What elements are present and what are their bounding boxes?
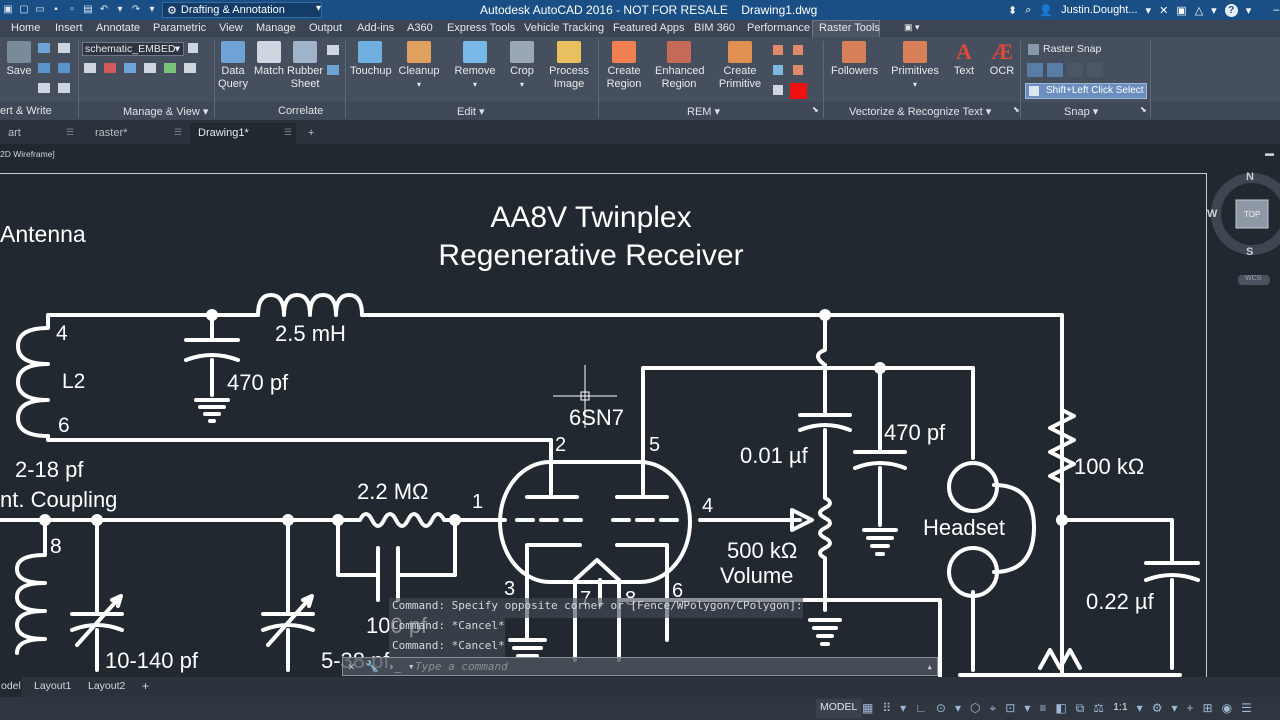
- compass-west[interactable]: W: [1207, 208, 1217, 220]
- label-volume: Volume: [720, 563, 793, 588]
- plate-to-volume-wire: [698, 508, 814, 532]
- inductor-2-5mh: [256, 293, 364, 317]
- isodraft-icon[interactable]: ⬡: [970, 701, 980, 716]
- label-tube-pin-4: 4: [702, 495, 713, 517]
- quick-properties-icon[interactable]: ◉: [1222, 701, 1232, 716]
- workspace-gear-icon[interactable]: ⚙: [1152, 701, 1163, 716]
- command-close-icon[interactable]: ✕: [348, 658, 355, 675]
- viewcube[interactable]: N S W TOP WCS: [1207, 168, 1280, 288]
- grid-icon[interactable]: ▦: [862, 701, 873, 716]
- bottom-rail-wire: [958, 648, 1182, 677]
- label-2-18pf: 2-18 pf: [15, 457, 84, 482]
- label-470pf-a: 470 pf: [227, 370, 289, 395]
- status-bar: MODEL ▦ ⠿ ▾ ∟ ⊙ ▾ ⬡ ⌖ ⊡ ▾ ≡ ◧ ⧉ ⚖ 1:1 ▾ …: [0, 697, 1280, 720]
- annotation-scale-icon[interactable]: ⚖: [1093, 701, 1104, 716]
- label-tube-pin-2: 2: [555, 434, 566, 456]
- selection-cycling-icon[interactable]: ⧉: [1076, 701, 1085, 716]
- junction-dot: [819, 309, 831, 321]
- status-toggles: ▦ ⠿ ▾ ∟ ⊙ ▾ ⬡ ⌖ ⊡ ▾ ≡ ◧ ⧉ ⚖ 1:1 ▾ ⚙ ▾ + …: [862, 701, 1252, 716]
- tab-layout1[interactable]: Layout1: [34, 680, 71, 692]
- object-snap-tracking-icon[interactable]: ⌖: [990, 701, 997, 716]
- junction-dot: [282, 514, 294, 526]
- polar-dropdown-icon[interactable]: ▾: [955, 701, 961, 716]
- compass-north[interactable]: N: [1246, 171, 1254, 183]
- grid-wire-2-2m: [0, 512, 507, 528]
- command-history-line: Command: *Cancel*: [389, 618, 505, 638]
- headset-earpiece-1: [947, 461, 999, 513]
- add-layout-button[interactable]: +: [142, 679, 149, 693]
- junction-dot: [332, 514, 344, 526]
- command-history-line: Command: *Cancel*: [389, 638, 505, 658]
- command-history: Command: Specify opposite corner or [Fen…: [389, 598, 859, 658]
- customize-status-icon[interactable]: ☰: [1241, 701, 1252, 716]
- capacitor-470pf-b: [853, 366, 907, 556]
- command-history-line: Command: Specify opposite corner or [Fen…: [389, 598, 803, 618]
- junction-dot: [874, 362, 886, 374]
- compass-south[interactable]: S: [1246, 246, 1253, 258]
- annotation-scale-value[interactable]: 1:1: [1113, 701, 1128, 716]
- wcs-label[interactable]: WCS: [1245, 275, 1261, 282]
- label-0-01uf: 0.01 µf: [740, 443, 809, 468]
- command-input[interactable]: ✕ 🔧 ›_ ▾ Type a command ▴: [342, 657, 938, 676]
- label-100k: 100 kΩ: [1074, 454, 1144, 479]
- coil-8: [15, 518, 47, 655]
- layout-tabs: odel Layout1 Layout2 +: [0, 677, 1280, 697]
- label-500k: 500 kΩ: [727, 538, 797, 563]
- units-icon[interactable]: ⊞: [1203, 701, 1213, 716]
- capacitor-5-38pf: [261, 518, 315, 672]
- viewcube-compass: [1211, 173, 1280, 285]
- lineweight-icon[interactable]: ≡: [1039, 701, 1046, 716]
- schematic-title-line1: AA8V Twinplex: [490, 201, 691, 234]
- osnap-dropdown-icon[interactable]: ▾: [1024, 701, 1030, 716]
- label-l2: L2: [62, 370, 85, 393]
- label-headset: Headset: [923, 515, 1005, 540]
- label-tube-pin-3: 3: [504, 578, 515, 600]
- label-10-140pf: 10-140 pf: [105, 648, 199, 673]
- label-pin-8: 8: [50, 535, 62, 558]
- headset-earpiece-2: [947, 546, 999, 598]
- label-ant-coupling: nt. Coupling: [0, 487, 117, 512]
- ortho-icon[interactable]: ∟: [915, 701, 927, 716]
- junction-dot: [39, 514, 51, 526]
- junction-dot: [91, 514, 103, 526]
- snap-icon[interactable]: ⠿: [882, 701, 891, 716]
- capacitor-0-01uf-and-pot: [798, 313, 852, 646]
- label-pin-6: 6: [58, 414, 70, 437]
- autocad-window: ▣ ▢ ▭ ▪ ▫ ▤ ↶ ▾ ↷ ▾ ⚙ Drafting & Annotat…: [0, 0, 1280, 720]
- label-470pf-b: 470 pf: [884, 420, 946, 445]
- label-0-22uf: 0.22 µf: [1086, 589, 1155, 614]
- transparency-status-icon[interactable]: ◧: [1055, 701, 1066, 716]
- junction-dot: [206, 309, 218, 321]
- label-tube-pin-1: 1: [472, 491, 483, 513]
- label-pin-4: 4: [56, 322, 68, 345]
- osnap-icon[interactable]: ⊡: [1005, 701, 1015, 716]
- command-history-toggle-icon[interactable]: ▴: [926, 658, 933, 675]
- tab-layout2[interactable]: Layout2: [88, 680, 125, 692]
- label-2-5mh: 2.5 mH: [275, 321, 346, 346]
- scale-dropdown-icon[interactable]: ▾: [1137, 701, 1143, 716]
- junction-dot: [449, 514, 461, 526]
- viewcube-top-label[interactable]: TOP: [1244, 210, 1260, 219]
- command-prompt-icon[interactable]: ›_ ▾: [388, 658, 415, 675]
- label-tube-pin-5: 5: [649, 434, 660, 456]
- label-antenna: Antenna: [0, 221, 86, 247]
- model-space-button[interactable]: MODEL: [816, 699, 862, 718]
- label-2-2m: 2.2 MΩ: [357, 479, 428, 504]
- junction-dot: [1056, 514, 1068, 526]
- tab-model[interactable]: odel: [0, 677, 22, 697]
- top-rail-wire: [46, 313, 1064, 522]
- capacitor-470pf-a: [184, 313, 240, 423]
- label-6sn7: 6SN7: [569, 405, 624, 430]
- snap-dropdown-icon[interactable]: ▾: [900, 701, 906, 716]
- command-customize-icon[interactable]: 🔧: [365, 658, 379, 675]
- workspace-dropdown-icon[interactable]: ▾: [1171, 701, 1177, 716]
- polar-icon[interactable]: ⊙: [936, 701, 946, 716]
- capacitor-100pf: [336, 518, 457, 602]
- annotation-monitor-icon[interactable]: +: [1187, 701, 1194, 716]
- schematic-title-line2: Regenerative Receiver: [438, 239, 743, 272]
